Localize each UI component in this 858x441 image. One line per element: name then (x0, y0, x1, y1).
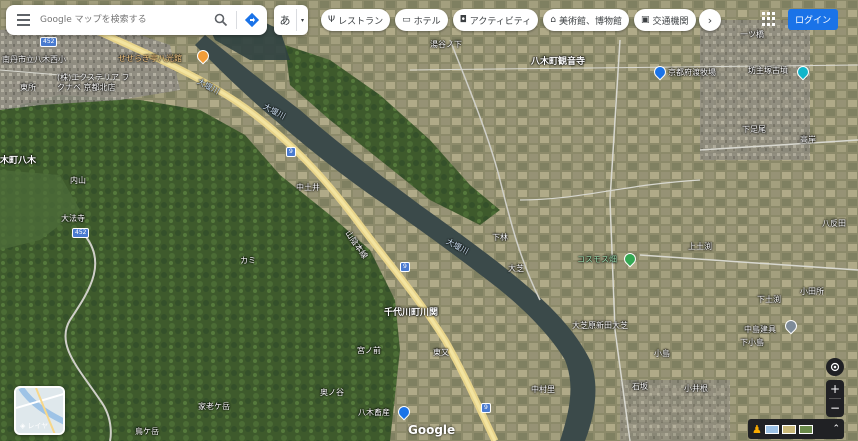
crosshair-icon (830, 362, 840, 372)
map-label: 中土井 (296, 183, 320, 192)
route-shield: 9 (286, 147, 296, 157)
map-label: 東又 (433, 348, 449, 357)
map-label: 宮ノ前 (357, 346, 381, 355)
map-label: 大芝原新田大芝 (572, 321, 628, 330)
layer-label-group: ◈ レイヤ (20, 421, 48, 431)
zoom-out-button[interactable]: − (826, 399, 844, 417)
map-label: 中村里 (531, 385, 555, 394)
map-label: 千代川町川関 (384, 308, 439, 318)
route-shield: 9 (400, 262, 410, 272)
ime-label: あ (279, 14, 291, 27)
layers-icon: ◈ (20, 422, 26, 430)
fork-knife-icon: Ψ (328, 15, 336, 25)
museum-icon: ⌂ (550, 15, 556, 25)
map-label: 下林 (492, 233, 508, 242)
search-input[interactable] (40, 6, 206, 34)
chip-label: 交通機関 (652, 16, 689, 27)
map-label: せせらぎ亭八光館 (118, 54, 182, 63)
chip-hotels[interactable]: ▭ ホテル (395, 9, 448, 31)
map-label: 下足尾 (742, 125, 766, 134)
chip-label: レストラン (338, 16, 384, 27)
chip-activities[interactable]: ◘ アクティビティ (452, 9, 539, 31)
map-label: 南丹市立八木西小 (2, 55, 66, 64)
apps-grid-icon[interactable] (762, 12, 776, 26)
chip-transit[interactable]: ▣ 交通機関 (633, 9, 696, 31)
map-label: 京都府渡牧場 (668, 68, 716, 77)
map-thumb[interactable] (764, 424, 779, 434)
category-chips: Ψ レストラン ▭ ホテル ◘ アクティビティ ⌂ 美術館、博物館 ▣ 交通機関 (321, 9, 696, 31)
chip-label: アクティビティ (469, 16, 532, 27)
map-label: 大芝 (508, 264, 524, 273)
map-label: 下土渕 (757, 295, 781, 304)
map-label: 小井根 (684, 384, 708, 393)
chevron-up-icon[interactable]: ⌃ (832, 424, 840, 434)
chip-museums[interactable]: ⌂ 美術館、博物館 (543, 9, 629, 31)
route-shield: 452 (72, 228, 90, 238)
route-shield: 9 (481, 403, 491, 413)
directions-icon[interactable] (237, 5, 267, 35)
chips-next-button[interactable]: › (699, 9, 721, 31)
map-label: カミ (240, 256, 256, 265)
ime-toggle[interactable]: あ ▾ (274, 5, 308, 35)
google-logo: Google (408, 423, 456, 437)
terrain-thumb[interactable] (781, 424, 796, 434)
map-label: 奥ノ谷 (320, 388, 344, 397)
map-label: 家老ケ岳 (198, 402, 230, 411)
map-label: 内山 (70, 176, 86, 185)
map-label: 小島 (654, 349, 670, 358)
map-label: 下小島 (740, 338, 764, 347)
imagery-bar: ♟ ⌃ (748, 419, 844, 439)
map-label: 坊主塚古墳 (748, 66, 788, 75)
map-label: 湯谷ノ下 (430, 40, 462, 49)
chip-restaurants[interactable]: Ψ レストラン (321, 9, 391, 31)
route-shield: 452 (40, 37, 58, 47)
map-label: (株)エクステリア フクナベ 京都北店 (57, 73, 130, 92)
chevron-down-icon[interactable]: ▾ (296, 9, 308, 31)
satellite-map[interactable]: 八木町観音寺 京都府渡牧場 坊主塚古墳 下足尾 高岸 八反田 上土渕 下土渕 小… (0, 0, 858, 441)
map-label: 中島建具 (744, 325, 776, 334)
camera-icon: ◘ (459, 15, 467, 25)
zoom-control: + − (826, 380, 844, 417)
map-label: 八木畜産 (358, 408, 390, 417)
map-imagery (0, 0, 858, 441)
search-icon[interactable] (206, 5, 236, 35)
login-button[interactable]: ログイン (788, 9, 838, 30)
satellite-thumb[interactable] (798, 424, 813, 434)
map-label: 八反田 (822, 219, 846, 228)
transit-icon: ▣ (640, 15, 650, 25)
map-label: 高岸 (800, 135, 816, 144)
map-label: 大法寺 (61, 214, 85, 223)
map-label: コスモス畑 (577, 255, 617, 264)
layer-label: レイヤ (27, 422, 49, 430)
map-label: 東所 (20, 83, 36, 92)
chip-label: ホテル (413, 16, 441, 27)
chip-label: 美術館、博物館 (558, 16, 622, 27)
my-location-button[interactable] (826, 358, 844, 376)
pegman-icon[interactable]: ♟ (752, 423, 762, 436)
map-label: 一ツ橋 (740, 30, 764, 39)
map-label: 小田所 (800, 287, 824, 296)
layer-toggle[interactable]: ◈ レイヤ (14, 386, 65, 435)
map-label: 鳥ケ岳 (135, 427, 159, 436)
search-box (6, 5, 267, 35)
map-label: 木町八木 (0, 156, 37, 166)
menu-icon[interactable] (6, 5, 40, 35)
map-label: 八木町観音寺 (531, 57, 586, 67)
map-label: 石坂 (632, 382, 648, 391)
zoom-in-button[interactable]: + (826, 380, 844, 398)
bed-icon: ▭ (402, 15, 411, 25)
map-label: 上土渕 (688, 242, 712, 251)
